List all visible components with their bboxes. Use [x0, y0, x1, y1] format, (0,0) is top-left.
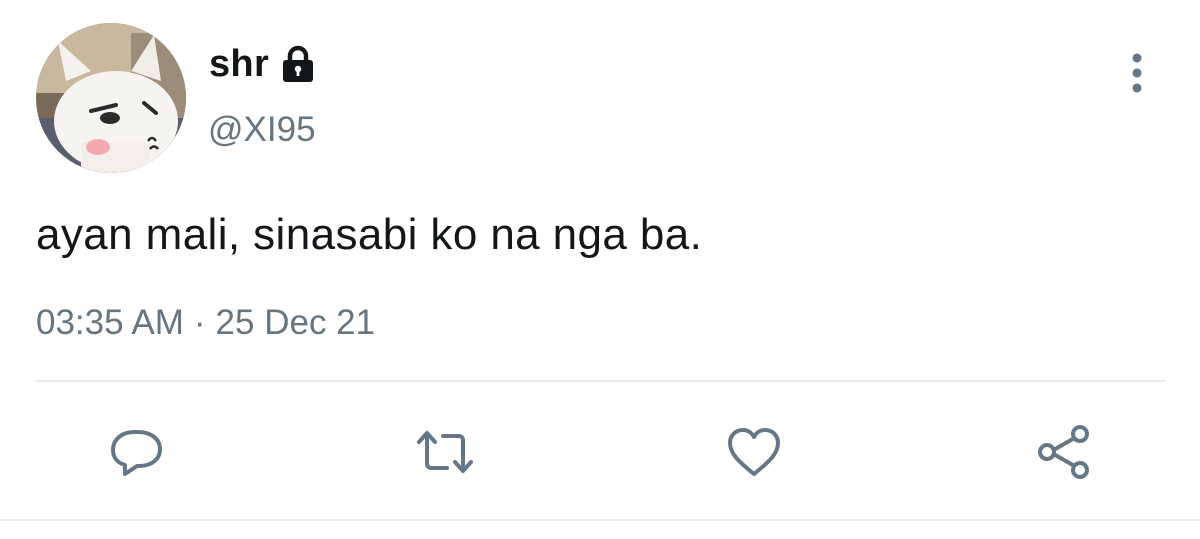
tweet-card: shr @XI95 ayan mali, sinasabi ko na nga … [0, 0, 1200, 539]
reply-button[interactable] [105, 420, 169, 484]
retweet-button[interactable] [413, 420, 477, 484]
heart-icon [728, 428, 780, 476]
bottom-divider [0, 519, 1200, 521]
comment-icon [111, 430, 162, 476]
divider [36, 380, 1166, 382]
avatar-image [36, 23, 186, 173]
user-handle[interactable]: @XI95 [208, 108, 316, 152]
tweet-date: 25 Dec 21 [215, 303, 376, 342]
timestamp-separator: · [193, 303, 206, 342]
tweet-text: ayan mali, sinasabi ko na nga ba. [36, 210, 703, 259]
tweet-time: 03:35 AM [36, 303, 184, 342]
share-icon [1038, 425, 1089, 479]
retweet-icon [417, 431, 473, 473]
like-button[interactable] [722, 420, 786, 484]
name-row: shr [209, 40, 317, 88]
share-button[interactable] [1032, 420, 1096, 484]
avatar[interactable] [36, 23, 186, 173]
display-name[interactable]: shr [209, 40, 269, 88]
more-vertical-icon[interactable] [1122, 50, 1152, 96]
timestamp[interactable]: 03:35 AM · 25 Dec 21 [36, 300, 375, 346]
lock-icon [279, 44, 317, 84]
